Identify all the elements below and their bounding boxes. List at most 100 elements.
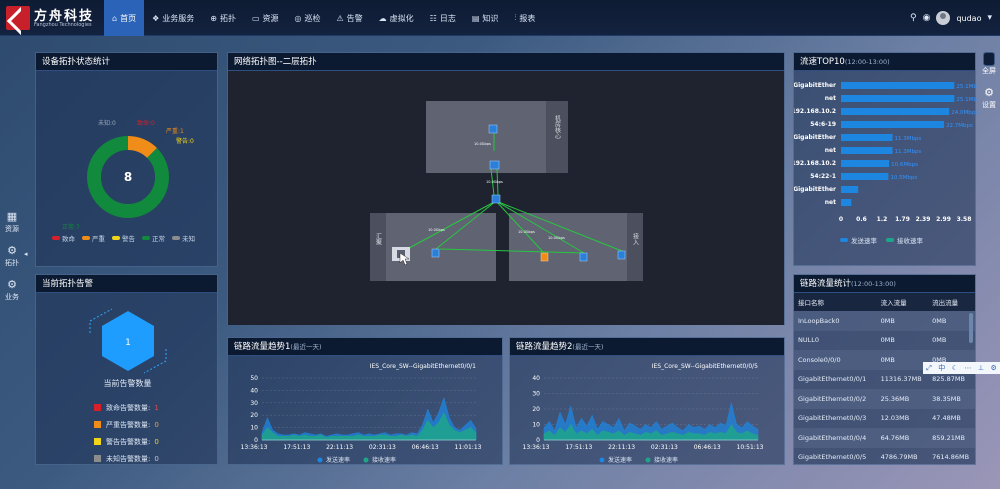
help-icon[interactable]: ◉ [923, 13, 931, 23]
table-cell: GigabitEthernet0/0/3 [794, 408, 877, 428]
float-tool-icon[interactable]: 中 [938, 363, 945, 373]
top10-bar[interactable] [841, 134, 893, 141]
trend-ytick: 10 [250, 425, 258, 432]
svg-text:10.0Gbps: 10.0Gbps [428, 228, 445, 232]
top10-subtitle: (12:00-13:00) [844, 58, 890, 66]
table-row[interactable]: NULL0 0MB 0MB [794, 330, 975, 350]
col-inbound[interactable]: 流入流量 [876, 293, 929, 311]
float-tool-icon[interactable]: ☾ [952, 364, 958, 372]
col-interface[interactable]: 接口名称 [794, 293, 877, 311]
top10-bar[interactable] [841, 199, 852, 206]
top10-bar[interactable] [841, 82, 955, 89]
nav-item-0[interactable]: ⌂ 首页 [104, 0, 145, 36]
brand-logo[interactable]: 方舟科技 Fangzhou Technologies [6, 5, 116, 31]
top10-row-label: GigabitEther [794, 82, 836, 89]
device-access-4[interactable] [579, 252, 588, 262]
legend-item-0[interactable]: 致命 [52, 233, 75, 243]
collapse-left-icon[interactable]: ◂ [24, 250, 30, 262]
legend-recv[interactable]: 接收速率 [654, 456, 678, 464]
group-aggregation[interactable] [370, 213, 496, 281]
monitor-icon: ▭ [251, 13, 260, 23]
nav-item-3[interactable]: ▭ 资源 [244, 0, 287, 36]
table-row[interactable]: GigabitEthernet0/0/2 25.36MB 38.35MB [794, 389, 975, 409]
top10-bar[interactable] [841, 186, 859, 193]
legend-recv[interactable]: 接收速率 [897, 236, 924, 245]
top10-axis-tick: 1.2 [877, 216, 888, 223]
fullscreen-button[interactable]: 全屏 [978, 52, 1000, 86]
alarm-item-0: 致命告警数量: 1 [94, 399, 159, 416]
cubes-icon: ❖ [152, 13, 160, 23]
table-cell: 0MB [876, 311, 929, 331]
legend-item-3[interactable]: 正常 [142, 233, 165, 243]
float-tool-icon[interactable]: ⋯ [964, 364, 971, 372]
table-row[interactable]: GigabitEthernet0/0/3 12.03MB 47.48MB [794, 408, 975, 428]
nav-item-9[interactable]: ⫶ 报表 [506, 0, 543, 36]
home-icon: ⌂ [112, 13, 118, 23]
label-critical: 致命:0 [137, 119, 155, 127]
table-row[interactable]: GigabitEthernet0/0/5 4786.79MB 7614.86MB [794, 447, 975, 464]
float-tool-icon[interactable]: ⚙ [990, 364, 996, 372]
trend-xtick: 13:36:13 [523, 444, 550, 451]
nav-item-1[interactable]: ❖ 业务服务 [144, 0, 202, 36]
brand-tagline: Fangzhou Technologies [34, 22, 92, 28]
legend-recv[interactable]: 接收速率 [372, 456, 396, 464]
nav-item-4[interactable]: ◎ 巡检 [287, 0, 329, 36]
nav-item-2[interactable]: ⊕ 拓扑 [202, 0, 244, 36]
alarm-color-swatch [94, 438, 101, 445]
table-cell: 4786.79MB [876, 447, 929, 464]
device-core-switch[interactable] [489, 160, 500, 170]
top10-bar[interactable] [841, 95, 955, 102]
user-name[interactable]: qudao [956, 14, 981, 23]
top10-row-label: net [825, 147, 836, 154]
table-cell: NULL0 [794, 330, 877, 350]
legend-label: 警告 [122, 235, 135, 243]
left-rail-button-0[interactable]: ▦ 资源 [0, 210, 24, 244]
top10-bar[interactable] [841, 121, 945, 128]
left-rail-button-2[interactable]: ⚙ 业务 [0, 278, 24, 312]
device-aggregation-switch[interactable] [491, 194, 501, 204]
link-stats-title: 链路流量统计 [800, 279, 852, 289]
table-scrollbar[interactable] [969, 313, 973, 343]
top10-bar[interactable] [841, 147, 893, 154]
search-icon[interactable]: ⚲ [910, 13, 917, 23]
nav-item-5[interactable]: ⚠ 告警 [329, 0, 371, 36]
device-access-3[interactable] [540, 252, 549, 262]
trend-series-title: IES_Core_SW--GigabitEthernet0/0/1 [370, 363, 476, 370]
settings-button[interactable]: ⚙ 设置 [978, 86, 1000, 120]
col-outbound[interactable]: 流出流量 [928, 293, 975, 311]
nav-item-8[interactable]: ▤ 知识 [464, 0, 507, 36]
left-rail-label: 资源 [5, 225, 19, 233]
device-core-router[interactable] [488, 124, 498, 134]
float-tool-icon[interactable]: ⤢ [926, 364, 932, 373]
table-row[interactable]: GigabitEthernet0/0/4 64.76MB 859.21MB [794, 428, 975, 448]
legend-recv-dot [363, 457, 369, 463]
nav-item-label: 虚拟化 [389, 13, 414, 23]
chevron-down-icon[interactable]: ▾ [987, 13, 992, 23]
panel-title: 流速TOP10(12:00-13:00) [794, 53, 975, 71]
legend-send[interactable]: 发送速率 [326, 456, 350, 464]
topology-canvas[interactable]: 机房核心 汇聚 接入 10.0Gbps 10.0Gbps 10.0Gbps 10… [228, 71, 784, 325]
group-access[interactable] [509, 213, 643, 281]
nav-item-label: 日志 [439, 13, 456, 23]
top10-bar[interactable] [841, 173, 889, 180]
device-access-2[interactable] [431, 248, 440, 258]
legend-item-1[interactable]: 严重 [82, 233, 105, 243]
nav-item-6[interactable]: ☁ 虚拟化 [371, 0, 422, 36]
device-access-5[interactable] [617, 250, 626, 260]
legend-send[interactable]: 发送速率 [608, 456, 632, 464]
top10-bar[interactable] [841, 160, 890, 167]
main-nav: ⌂ 首页 ❖ 业务服务 ⊕ 拓扑 ▭ 资源 ◎ 巡检 ⚠ 告警 ☁ 虚拟化 ☷ 日志 ▤ 知识 ⫶ 报表 [104, 0, 543, 36]
top10-row-label: 192.168.10.2 [794, 160, 836, 167]
nav-item-7[interactable]: ☷ 日志 [422, 0, 464, 36]
alarm-value: 0 [154, 420, 159, 429]
legend-item-2[interactable]: 警告 [112, 233, 135, 243]
legend-send[interactable]: 发送速率 [851, 236, 878, 245]
legend-item-4[interactable]: 未知 [172, 233, 195, 243]
table-row[interactable]: InLoopBack0 0MB 0MB [794, 311, 975, 331]
left-rail-button-1[interactable]: ⚙ 拓扑 [0, 244, 24, 278]
float-tool-icon[interactable]: ⊥ [978, 364, 984, 372]
top10-bar[interactable] [841, 108, 950, 115]
trend-ytick: 30 [532, 391, 540, 398]
avatar[interactable] [936, 11, 951, 25]
top10-axis-tick: 2.99 [936, 216, 951, 223]
